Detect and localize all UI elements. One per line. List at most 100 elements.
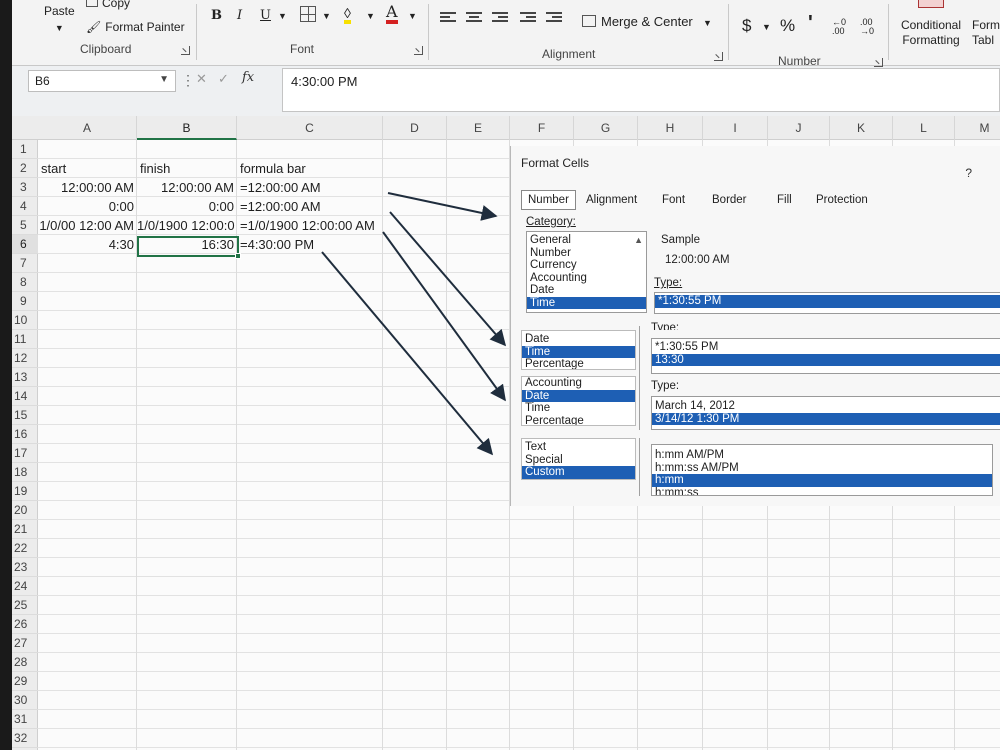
cell-a2[interactable]: start [38,159,137,178]
increase-indent-icon[interactable] [546,12,562,24]
cell-a4[interactable]: 0:00 [38,197,137,216]
list-item[interactable]: Special [522,454,635,467]
name-box[interactable]: B6 ▼ [28,70,176,92]
cell-a6[interactable]: 4:30 [38,235,137,254]
tab-font[interactable]: Font [655,190,692,210]
list-item[interactable]: h:mm:ss [652,487,992,496]
cell-b5[interactable]: 1/0/1900 12:00:0 [137,216,237,235]
tab-border[interactable]: Border [705,190,754,210]
list-item[interactable]: *1:30:55 PM [655,295,1000,308]
list-item[interactable]: Accounting [527,272,646,285]
list-item[interactable]: Percentage [522,415,635,426]
font-color-dropdown-icon[interactable]: ▼ [408,11,417,21]
snippet-category-list[interactable]: Text Special Custom [521,438,636,480]
clipboard-launcher-icon[interactable] [181,46,190,55]
list-item[interactable]: March 14, 2012 [652,400,1000,413]
conditional-formatting-button[interactable]: Conditional Formatting [894,18,968,48]
paste-button[interactable]: Paste ▼ [44,4,75,33]
column-header-e[interactable]: E [447,116,510,140]
column-header-d[interactable]: D [383,116,447,140]
cell-c5[interactable]: =1/0/1900 12:00:00 AM [237,216,387,235]
cell-b2[interactable]: finish [137,159,237,178]
list-item[interactable]: h:mm:ss AM/PM [652,462,992,475]
cell-c3[interactable]: =12:00:00 AM [237,178,387,197]
accounting-format-button[interactable]: $ [742,16,751,36]
list-item[interactable]: Text [522,441,635,454]
italic-button[interactable]: I [237,8,242,23]
cell-c2[interactable]: formula bar [237,159,387,178]
list-item[interactable]: h:mm AM/PM [652,449,992,462]
percent-style-button[interactable]: % [780,16,795,36]
column-header-k[interactable]: K [830,116,893,140]
align-left-icon[interactable] [440,12,456,24]
column-header-j[interactable]: J [768,116,830,140]
decrease-decimal-icon[interactable]: .00 →0 [860,18,874,36]
borders-dropdown-icon[interactable]: ▼ [322,11,331,21]
chevron-down-icon[interactable]: ▼ [159,74,169,85]
merge-dropdown-icon[interactable]: ▼ [703,18,712,28]
cell-c4[interactable]: =12:00:00 AM [237,197,387,216]
snippet-type-list[interactable]: March 14, 2012 3/14/12 1:30 PM [651,396,1000,430]
cancel-icon[interactable]: ✕ [196,71,207,87]
column-header-b[interactable]: B [137,116,237,140]
format-as-table-button[interactable]: Form Tabl [972,18,1000,48]
comma-style-button[interactable]: ' [808,12,813,35]
accounting-dropdown-icon[interactable]: ▼ [762,22,771,32]
list-item[interactable]: 13:30 [652,353,1000,366]
underline-dropdown-icon[interactable]: ▼ [278,11,287,21]
borders-icon[interactable] [300,6,316,22]
increase-decimal-icon[interactable]: ←0.00 [832,18,846,36]
fill-color-icon[interactable]: ◊ [344,6,351,24]
list-item[interactable]: Accounting [522,377,635,390]
list-item[interactable]: Currency [527,259,646,272]
cell-c6[interactable]: =4:30:00 PM [237,235,387,254]
list-item[interactable]: Date [522,333,635,346]
merge-center-button[interactable]: Merge & Center [582,14,693,29]
column-header-m[interactable]: M [955,116,1000,140]
scroll-up-icon[interactable]: ▲ [634,235,643,245]
snippet-type-list[interactable]: *1:30:55 PM 13:30 [651,338,1000,374]
list-item[interactable]: h:mm [652,474,992,487]
number-launcher-icon[interactable] [874,58,883,67]
bold-button[interactable]: B [211,8,222,23]
list-item[interactable]: Custom [522,466,635,479]
enter-icon[interactable]: ✓ [218,71,229,87]
cell-a3[interactable]: 12:00:00 AM [38,178,137,197]
list-item[interactable]: Time [522,345,635,358]
category-list[interactable]: ▲ General Number Currency Accounting Date Tim… [526,231,647,313]
list-item[interactable]: *1:30:55 PM [652,341,1000,354]
alignment-launcher-icon[interactable] [714,52,723,61]
column-header-a[interactable]: A [38,116,137,140]
fill-color-dropdown-icon[interactable]: ▼ [366,11,375,21]
cell-a5[interactable]: 1/0/00 12:00 AM [38,216,137,235]
font-launcher-icon[interactable] [414,46,423,55]
tab-number[interactable]: Number [521,190,576,210]
list-item[interactable]: General [527,234,646,247]
cell-b3[interactable]: 12:00:00 AM [137,178,237,197]
fill-handle[interactable] [235,253,241,259]
help-button[interactable]: ? [965,166,972,180]
align-center-icon[interactable] [466,12,482,24]
decrease-indent-icon[interactable] [520,12,536,24]
snippet-category-list[interactable]: Accounting Date Time Percentage [521,376,636,426]
tab-protection[interactable]: Protection [809,190,875,210]
align-right-icon[interactable] [492,12,508,24]
type-list[interactable]: *1:30:55 PM [654,292,1000,314]
tab-fill[interactable]: Fill [770,190,799,210]
list-item[interactable]: Time [522,402,635,415]
column-header-h[interactable]: H [638,116,703,140]
list-item[interactable]: Percentage [522,358,635,369]
snippet-category-list[interactable]: Date Time Percentage [521,330,636,370]
list-item[interactable]: Time [527,296,646,309]
font-color-icon[interactable]: A [386,4,398,24]
column-header-l[interactable]: L [893,116,955,140]
list-item[interactable]: Date [527,284,646,297]
paste-dropdown-icon[interactable]: ▼ [44,23,75,33]
insert-function-button[interactable]: fx [242,70,254,85]
column-header-c[interactable]: C [237,116,383,140]
column-header-i[interactable]: I [703,116,768,140]
formula-input[interactable]: 4:30:00 PM [282,68,1000,112]
column-header-g[interactable]: G [574,116,638,140]
tab-alignment[interactable]: Alignment [579,190,644,210]
list-item[interactable]: Date [522,389,635,402]
